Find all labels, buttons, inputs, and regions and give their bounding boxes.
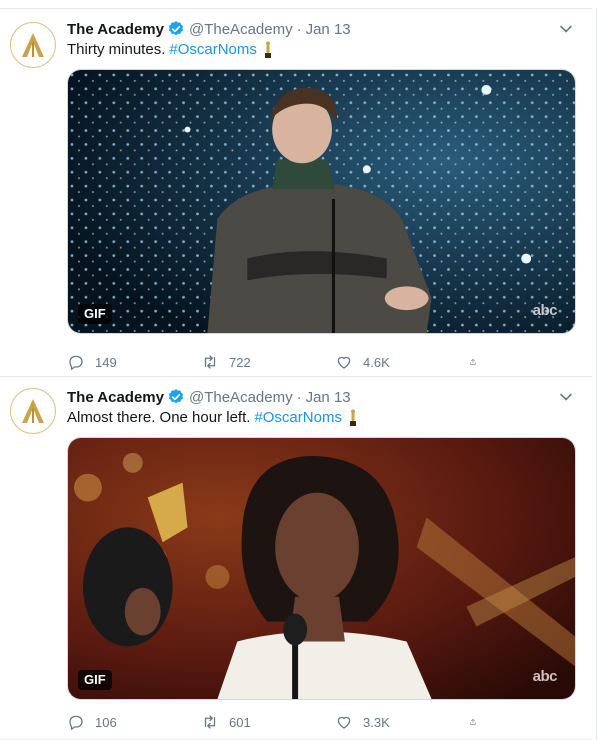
tweet-body: Thirty minutes. [67,41,166,58]
gif-frame-image [68,438,575,699]
hashtag-link[interactable]: #OscarNoms [169,40,257,60]
gif-badge: GIF [78,670,112,690]
retweet-button[interactable]: 601 [201,713,335,731]
gif-media[interactable]: GIF abc [67,437,576,700]
reply-icon [69,715,83,730]
separator-dot: · [296,20,302,38]
gif-badge: GIF [78,304,112,324]
retweet-count: 601 [229,714,251,730]
trophy-icon [349,409,356,426]
tweet-actions: 106 601 3.3K [67,711,496,733]
gif-media[interactable]: GIF abc [67,69,576,334]
share-button[interactable] [469,713,487,731]
tweet-date[interactable]: Jan 13 [306,21,351,38]
trophy-icon [264,41,271,58]
chevron-down-icon[interactable] [558,389,574,405]
avatar[interactable] [10,388,56,434]
like-count: 4.6K [363,354,390,370]
retweet-icon [204,715,216,729]
retweet-button[interactable]: 722 [201,353,335,371]
reply-count: 149 [95,354,117,370]
hashtag-link[interactable]: #OscarNoms [254,408,342,428]
share-icon [470,719,476,725]
reply-button[interactable]: 149 [67,353,201,371]
oscar-logo-icon [22,399,44,423]
like-button[interactable]: 3.3K [335,713,469,731]
verified-badge-icon [168,21,184,36]
heart-icon [337,716,351,729]
oscar-logo-icon [22,33,44,57]
tweet-text: Thirty minutes. #OscarNoms [67,40,273,60]
like-count: 3.3K [363,714,390,730]
verified-badge-icon [168,389,184,404]
separator-dot: · [296,388,302,406]
avatar[interactable] [10,22,56,68]
tweet-text: Almost there. One hour left. #OscarNoms [67,408,358,428]
reply-count: 106 [95,714,117,730]
tweet-actions: 149 722 4.6K [67,351,496,373]
tweet-date[interactable]: Jan 13 [306,389,351,406]
reply-icon [69,355,83,370]
retweet-icon [204,355,216,369]
tweet-body: Almost there. One hour left. [67,409,251,426]
tweet[interactable]: The Academy @TheAcademy · Jan 13 Almost … [0,377,592,740]
author-handle[interactable]: @TheAcademy [189,21,293,38]
retweet-count: 722 [229,354,251,370]
gif-frame-image [68,70,575,333]
author-name[interactable]: The Academy [67,21,164,38]
author-name[interactable]: The Academy [67,389,164,406]
abc-watermark: abc [532,302,558,319]
abc-watermark: abc [532,668,558,685]
tweet-header: The Academy @TheAcademy · Jan 13 [67,387,582,407]
like-button[interactable]: 4.6K [335,353,469,371]
timeline-feed: The Academy @TheAcademy · Jan 13 Thirty … [0,8,597,740]
reply-button[interactable]: 106 [67,713,201,731]
author-handle[interactable]: @TheAcademy [189,389,293,406]
tweet[interactable]: The Academy @TheAcademy · Jan 13 Thirty … [0,8,592,377]
share-button[interactable] [469,353,487,371]
tweet-header: The Academy @TheAcademy · Jan 13 [67,19,582,39]
share-icon [470,359,476,365]
heart-icon [337,356,351,369]
chevron-down-icon[interactable] [558,21,574,37]
